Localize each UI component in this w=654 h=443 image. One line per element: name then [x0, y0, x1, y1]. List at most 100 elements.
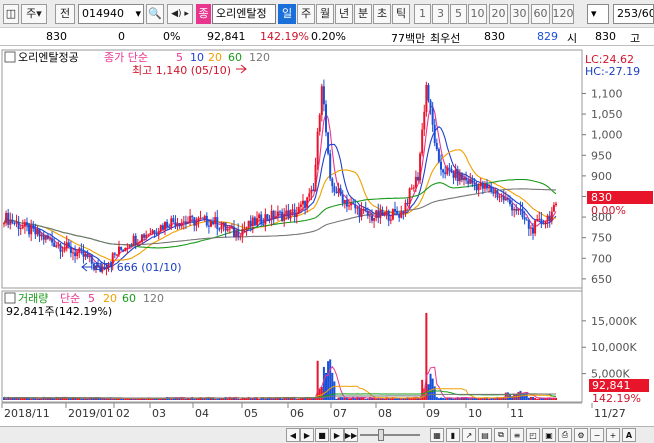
volume-bar	[429, 373, 432, 400]
fast-forward-icon[interactable]: ▶▶	[344, 428, 358, 442]
interval-dropdown[interactable]: ▾	[587, 4, 609, 24]
interval-tab[interactable]: 10	[468, 4, 487, 24]
volume-bar	[335, 398, 338, 400]
bar-count-input[interactable]: 253/60	[613, 4, 654, 24]
market-toggle-button[interactable]: 전	[55, 4, 75, 24]
interval-tab[interactable]: 60	[531, 4, 550, 24]
copy-icon[interactable]: ⧉	[494, 428, 508, 442]
text-icon[interactable]: ≡	[510, 428, 524, 442]
kind-select[interactable]: 주 ▾	[21, 4, 47, 24]
price-tick-label: 650	[591, 273, 612, 286]
candle-body	[314, 164, 317, 192]
window-icon[interactable]: ◰	[526, 428, 540, 442]
candle-body	[174, 222, 177, 227]
setting-icon[interactable]: ⚙	[574, 428, 588, 442]
font-size-icon[interactable]: A	[622, 428, 636, 442]
candle-body	[297, 206, 300, 214]
scroll-right-icon[interactable]: ▶	[300, 428, 314, 442]
grid-icon[interactable]: ▦	[430, 428, 444, 442]
volume-bar	[329, 359, 332, 400]
candle-body	[178, 223, 181, 227]
zoom-in-icon[interactable]: +	[606, 428, 620, 442]
volume-ratio: 142.19%	[260, 30, 309, 43]
candle-body	[11, 219, 14, 224]
price-ma-period: 120	[249, 51, 270, 64]
volume-bar	[488, 398, 491, 400]
candle-body	[454, 169, 457, 178]
candle-body	[389, 219, 392, 221]
candle-icon[interactable]: ▮	[446, 428, 460, 442]
panel-menu-icon[interactable]	[4, 51, 16, 63]
candle-body	[222, 222, 225, 227]
candle-body	[166, 221, 169, 228]
volume-panel-menu-icon[interactable]	[4, 292, 16, 304]
candle-body	[134, 235, 137, 245]
search-icon[interactable]: 🔍	[146, 4, 164, 24]
table-icon[interactable]: ▤	[478, 428, 492, 442]
time-tick-label: 11/27	[594, 407, 626, 420]
period-tab[interactable]: 초	[373, 4, 391, 24]
period-tab[interactable]: 주	[297, 4, 315, 24]
volume-bar	[28, 398, 31, 400]
trade-value: 77백만	[391, 32, 426, 45]
bar-count: 253	[617, 7, 638, 20]
interval-tab[interactable]: 30	[510, 4, 529, 24]
interval-tab[interactable]: 5	[450, 4, 467, 24]
candle-body	[506, 198, 509, 200]
candle-body	[358, 207, 361, 217]
candle-body	[448, 167, 451, 169]
period-tab[interactable]: 틱	[392, 4, 410, 24]
period-tab[interactable]: 년	[335, 4, 353, 24]
zoom-out-icon[interactable]: −	[590, 428, 604, 442]
candle-body	[368, 215, 371, 217]
period-tab[interactable]: 분	[354, 4, 372, 24]
candle-body	[446, 167, 449, 175]
candle-body	[483, 183, 486, 189]
candle-body	[239, 236, 242, 238]
candle-body	[207, 225, 210, 227]
volume-axis: 15,000K10,000K5,000K	[582, 315, 637, 381]
stock-code-input[interactable]: 014940 ▾	[78, 4, 144, 24]
candle-body	[168, 227, 171, 229]
sound-icon[interactable]: ◀) ▸	[167, 4, 193, 24]
play-icon[interactable]: ▶	[330, 428, 344, 442]
candle-body	[519, 208, 522, 210]
volume-bar	[155, 398, 158, 400]
stock-code-value: 014940	[82, 7, 124, 20]
period-tab[interactable]: 월	[316, 4, 334, 24]
window-menu-icon[interactable]: ◫	[3, 4, 19, 24]
candle-body	[379, 209, 382, 218]
interval-tab[interactable]: 20	[489, 4, 508, 24]
price-ma-label: 종가 단순	[104, 51, 148, 64]
candle-body	[544, 220, 547, 225]
interval-tab[interactable]: 120	[552, 4, 574, 24]
volume-bar	[383, 398, 386, 400]
stop-icon[interactable]: ■	[315, 428, 329, 442]
company-name: 오리엔탈정	[216, 7, 267, 20]
candle-body	[145, 234, 148, 238]
candle-body	[84, 253, 87, 257]
tile-icon[interactable]: ▣	[542, 428, 556, 442]
print-icon[interactable]: ⎙	[558, 428, 572, 442]
interval-tab[interactable]: 3	[432, 4, 449, 24]
volume-bar	[410, 398, 413, 400]
volume-bar	[249, 398, 252, 400]
line-icon[interactable]: ↗	[462, 428, 476, 442]
volume-bar	[532, 397, 534, 400]
candle-body	[440, 161, 442, 170]
candle-body	[17, 222, 20, 229]
zoom-slider[interactable]	[360, 434, 420, 436]
price-tick-label: 950	[591, 149, 612, 162]
volume-bar	[350, 398, 353, 400]
zoom-slider-handle[interactable]	[378, 429, 384, 441]
interval-tab[interactable]: 1	[414, 4, 431, 24]
volume-bar	[534, 397, 537, 400]
period-tab[interactable]: 일	[278, 4, 296, 24]
candle-body	[456, 169, 459, 182]
scroll-left-icon[interactable]: ◀	[286, 428, 300, 442]
volume-ma-period: 20	[103, 292, 117, 305]
candle-body	[362, 208, 365, 210]
volume-bar	[444, 398, 447, 400]
stock-type-badge: 종	[196, 4, 211, 24]
price-ma-period: 10	[190, 51, 204, 64]
